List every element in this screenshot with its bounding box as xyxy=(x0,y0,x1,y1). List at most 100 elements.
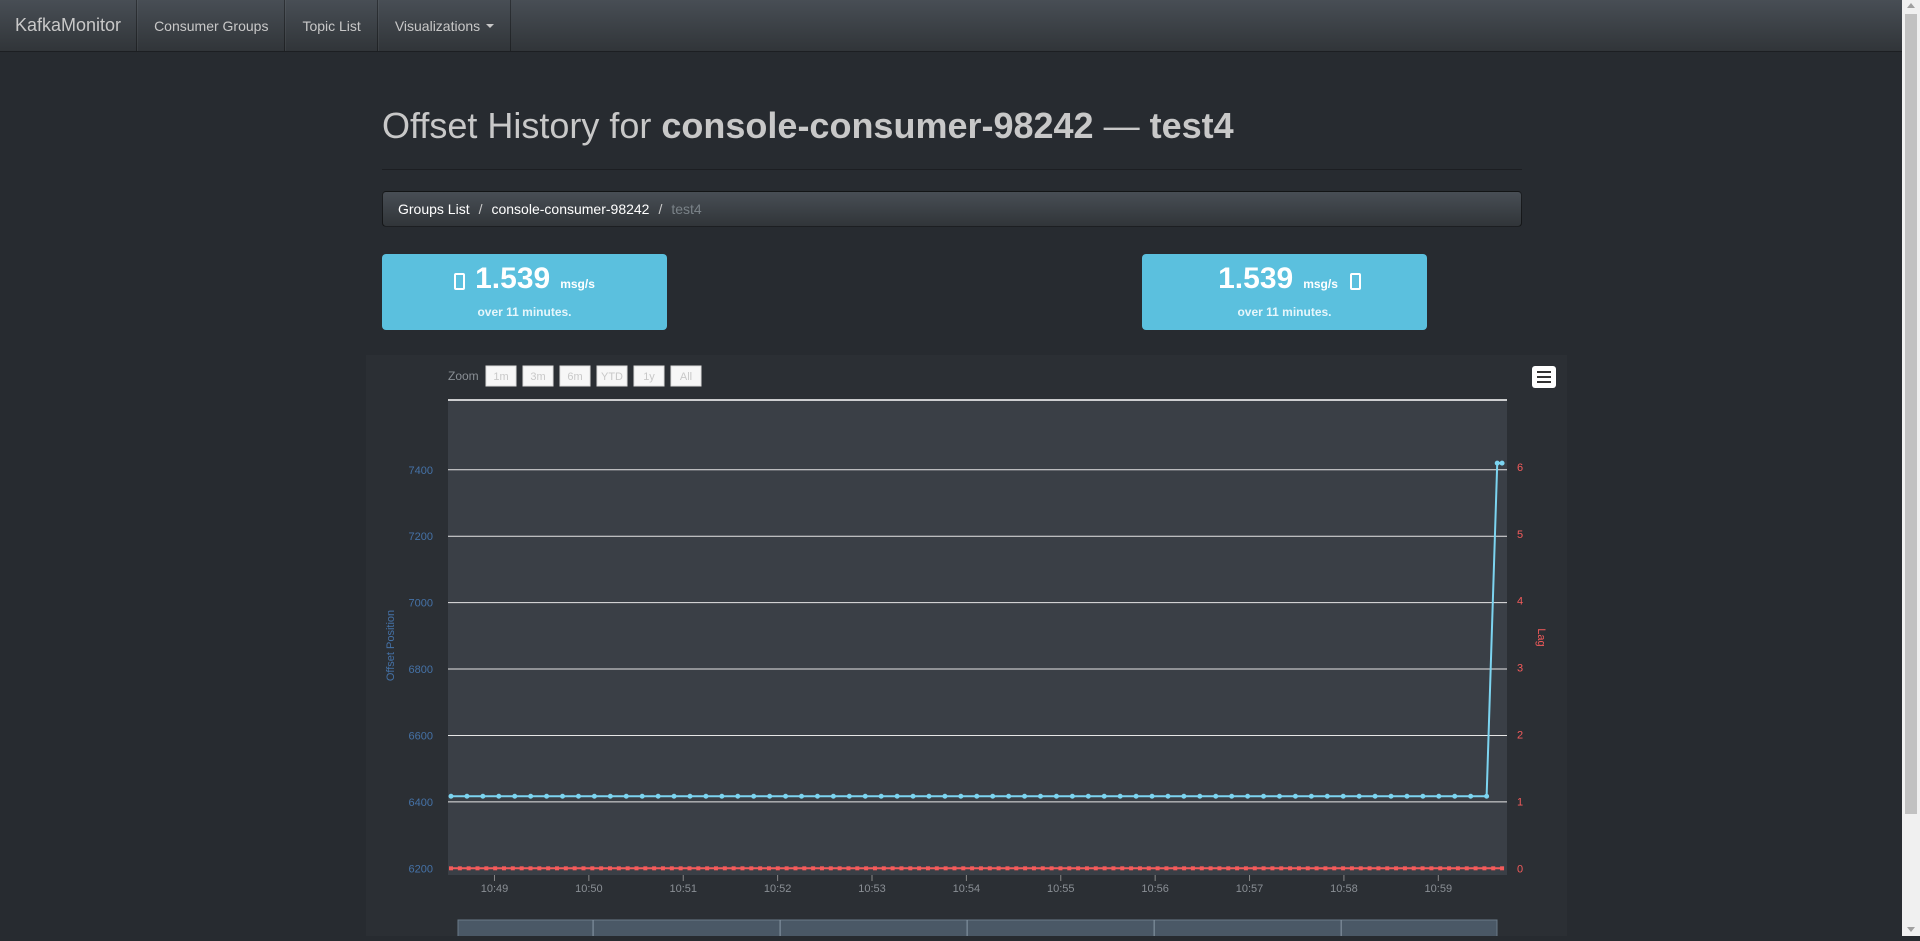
offset-point xyxy=(1499,460,1505,466)
offset-point xyxy=(1452,793,1458,799)
nav-consumer-groups[interactable]: Consumer Groups xyxy=(137,0,286,51)
lag-point xyxy=(1305,866,1310,871)
nav-topic-list[interactable]: Topic List xyxy=(285,0,378,51)
breadcrumb-separator: / xyxy=(478,201,483,217)
right-tick-label: 3 xyxy=(1517,663,1523,675)
x-tick-label: 10:53 xyxy=(858,883,886,895)
offset-point xyxy=(496,793,502,799)
lag-point xyxy=(1438,866,1443,871)
left-tick-label: 6400 xyxy=(409,797,433,809)
lag-point xyxy=(987,866,992,871)
lag-point xyxy=(1420,866,1425,871)
lag-point xyxy=(1155,866,1160,871)
lag-point xyxy=(563,866,568,871)
offset-point xyxy=(910,793,916,799)
lag-point xyxy=(501,866,506,871)
offset-point xyxy=(1245,793,1251,799)
offset-point xyxy=(575,793,581,799)
lag-point xyxy=(731,866,736,871)
breadcrumb-separator: / xyxy=(658,201,663,217)
lag-point xyxy=(1288,866,1293,871)
lag-point xyxy=(1358,866,1363,871)
offset-point xyxy=(1436,793,1442,799)
offset-point xyxy=(655,793,661,799)
zoom-button-label: 1y xyxy=(643,371,655,383)
right-tick-label: 4 xyxy=(1517,596,1523,608)
right-tick-label: 2 xyxy=(1517,730,1523,742)
lag-point xyxy=(1491,866,1496,871)
lag-point xyxy=(749,866,754,871)
offset-point xyxy=(1292,793,1298,799)
lag-point xyxy=(1146,866,1151,871)
brand-link[interactable]: KafkaMonitor xyxy=(0,0,138,51)
scroll-down-icon[interactable] xyxy=(1907,927,1915,932)
scroll-thumb[interactable] xyxy=(1905,14,1917,814)
offset-point xyxy=(480,793,486,799)
x-tick-label: 10:56 xyxy=(1141,883,1169,895)
lag-point xyxy=(634,866,639,871)
nav-visualizations-dropdown[interactable]: Visualizations xyxy=(377,0,512,51)
lag-point xyxy=(1084,866,1089,871)
offset-point xyxy=(448,793,454,799)
lag-point xyxy=(528,866,533,871)
lag-point xyxy=(572,866,577,871)
lag-point xyxy=(1120,866,1125,871)
offset-point xyxy=(1038,793,1044,799)
offset-point xyxy=(894,793,900,799)
lag-point xyxy=(819,866,824,871)
offset-point xyxy=(1324,793,1330,799)
lag-point xyxy=(616,866,621,871)
nav-visualizations-label: Visualizations xyxy=(394,17,481,34)
right-axis-title: Lag xyxy=(1535,628,1547,646)
lag-point xyxy=(1296,866,1301,871)
produce-rate-value: 1.539 xyxy=(1218,262,1294,295)
left-tick-label: 6200 xyxy=(409,863,433,875)
offset-point xyxy=(528,793,534,799)
lag-point xyxy=(607,866,612,871)
page-title: Offset History for console-consumer-9824… xyxy=(382,105,1234,147)
lag-point xyxy=(890,866,895,871)
breadcrumb-group[interactable]: console-consumer-98242 xyxy=(491,201,649,217)
breadcrumb-topic: test4 xyxy=(671,201,702,217)
offset-point xyxy=(830,793,836,799)
breadcrumb: Groups List / console-consumer-98242 / t… xyxy=(382,191,1522,227)
lag-point xyxy=(802,866,807,871)
offset-point xyxy=(1149,793,1155,799)
lag-point xyxy=(1455,866,1460,871)
offset-point xyxy=(1484,793,1490,799)
lag-point xyxy=(1182,866,1187,871)
offset-point xyxy=(512,793,518,799)
x-tick-label: 10:58 xyxy=(1330,883,1358,895)
lag-point xyxy=(652,866,657,871)
lag-point xyxy=(1411,866,1416,871)
lag-point xyxy=(1367,866,1372,871)
zoom-button-label: 1m xyxy=(493,371,508,383)
scroll-up-icon[interactable] xyxy=(1907,3,1915,8)
lag-point xyxy=(1429,866,1434,871)
zoom-label: Zoom xyxy=(448,369,479,383)
offset-point xyxy=(1356,793,1362,799)
offset-point xyxy=(671,793,677,799)
left-tick-label: 7400 xyxy=(409,465,433,477)
zoom-button-label: YTD xyxy=(601,371,623,383)
lag-point xyxy=(811,866,816,871)
offset-point xyxy=(974,793,980,799)
lag-point xyxy=(1314,866,1319,871)
lag-point xyxy=(1341,866,1346,871)
page-scrollbar[interactable] xyxy=(1902,0,1920,936)
lag-point xyxy=(1500,866,1505,871)
chart-menu-button[interactable] xyxy=(1532,366,1556,388)
offset-point xyxy=(990,793,996,799)
breadcrumb-groups-list[interactable]: Groups List xyxy=(398,201,470,217)
lag-point xyxy=(1464,866,1469,871)
lag-point xyxy=(828,866,833,871)
lag-point xyxy=(1049,866,1054,871)
lag-point xyxy=(872,866,877,871)
lag-point xyxy=(793,866,798,871)
offset-point xyxy=(687,793,693,799)
lag-point xyxy=(546,866,551,871)
lag-point xyxy=(669,866,674,871)
lag-point xyxy=(705,866,710,871)
lag-point xyxy=(1040,866,1045,871)
lag-point xyxy=(978,866,983,871)
